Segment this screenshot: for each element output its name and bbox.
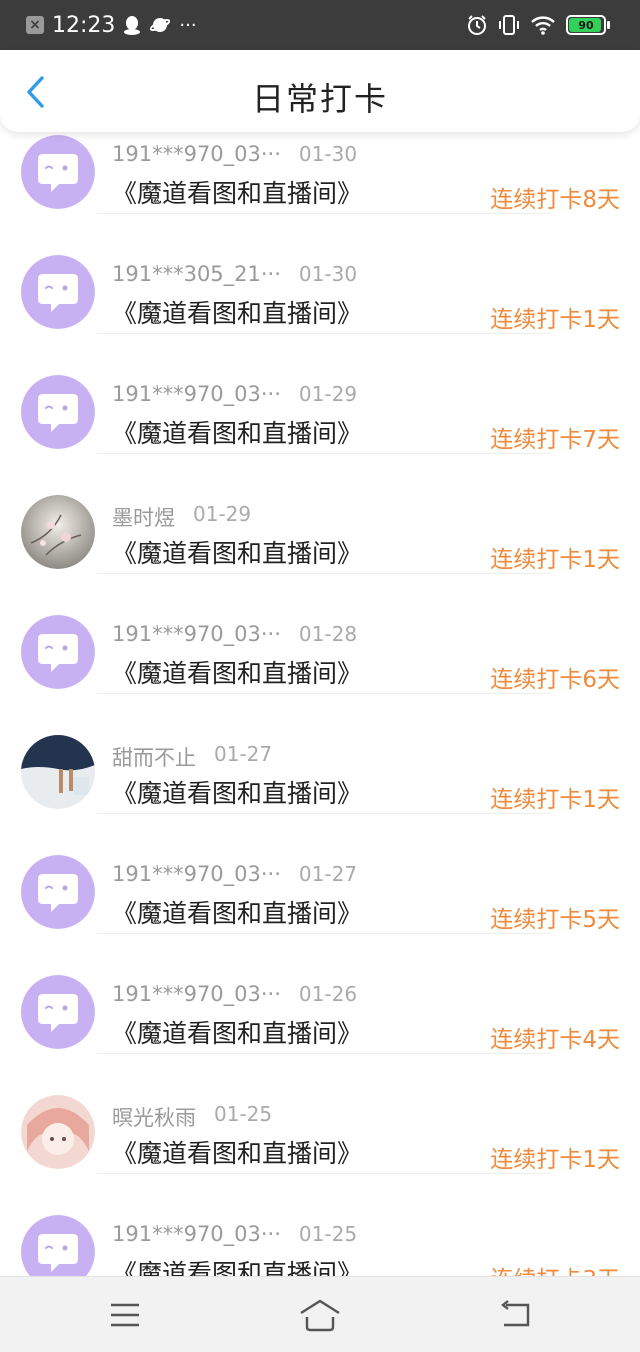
list-item[interactable]: 191***970_03···01-25《魔道看图和直播间》连续打卡3天 <box>0 1172 640 1294</box>
avatar[interactable] <box>21 375 95 449</box>
avatar[interactable] <box>21 615 95 689</box>
list-item[interactable]: 191***305_21··· 01-30 《魔道看图和直播间》 连续打卡1天 <box>0 212 640 334</box>
board-name: 《魔道看图和直播间》 <box>112 659 363 688</box>
page-header: 日常打卡 <box>0 50 640 132</box>
avatar[interactable] <box>21 495 95 569</box>
status-more: ··· <box>179 14 197 36</box>
user-name: 191***305_21··· <box>112 262 281 286</box>
board-name: 《魔道看图和直播间》 <box>112 779 363 808</box>
list-item[interactable]: 暝光秋雨 01-25 《魔道看图和直播间》 连续打卡1天 <box>0 1052 640 1174</box>
list-item[interactable]: 191***970_03··· 01-29 《魔道看图和直播间》 连续打卡7天 <box>0 332 640 454</box>
checkin-date: 01-27 <box>298 862 358 886</box>
streak-label: 连续打卡6天 <box>490 667 620 693</box>
avatar[interactable] <box>21 975 95 1049</box>
system-nav-bar <box>0 1276 640 1352</box>
board-name: 《魔道看图和直播间》 <box>112 1019 363 1048</box>
list-item[interactable]: 191***970_03··· 01-28 《魔道看图和直播间》 连续打卡6天 <box>0 572 640 694</box>
alarm-icon <box>468 15 486 35</box>
list-item[interactable]: 墨时煜 01-29 《魔道看图和直播间》 连续打卡1天 <box>0 452 640 574</box>
avatar[interactable] <box>21 855 95 929</box>
board-name: 《魔道看图和直播间》 <box>112 1139 363 1168</box>
user-name: 191***970_03··· <box>112 622 281 646</box>
streak-label: 连续打卡1天 <box>490 547 620 573</box>
board-name: 《魔道看图和直播间》 <box>112 179 363 208</box>
checkin-date: 01-30 <box>298 262 358 286</box>
streak-label: 连续打卡7天 <box>490 427 620 453</box>
wifi-icon <box>531 16 555 35</box>
battery-icon: 90 <box>566 15 610 35</box>
user-name: 191***970_03··· <box>112 982 281 1006</box>
status-time: 12:23 <box>52 12 116 38</box>
avatar[interactable] <box>21 255 95 329</box>
checkin-date: 01-29 <box>298 382 358 406</box>
qq-icon <box>124 16 141 35</box>
menu-icon[interactable] <box>105 1295 145 1335</box>
user-name: 墨时煜 <box>112 506 175 530</box>
checkin-date: 01-25 <box>298 1222 358 1246</box>
user-name: 暝光秋雨 <box>112 1106 196 1130</box>
user-name: 甜而不止 <box>112 746 196 770</box>
list-item[interactable]: 甜而不止 01-27 《魔道看图和直播间》 连续打卡1天 <box>0 692 640 814</box>
board-name: 《魔道看图和直播间》 <box>112 419 363 448</box>
avatar[interactable] <box>21 735 95 809</box>
home-icon[interactable] <box>298 1295 342 1335</box>
close-icon: × <box>26 16 44 34</box>
board-name: 《魔道看图和直播间》 <box>112 299 363 328</box>
streak-label: 连续打卡1天 <box>490 787 620 813</box>
avatar[interactable] <box>21 135 95 209</box>
user-name: 191***970_03··· <box>112 382 281 406</box>
checkin-date: 01-26 <box>298 982 358 1006</box>
checkin-date: 01-25 <box>214 1102 273 1126</box>
back-icon[interactable] <box>496 1295 536 1335</box>
page-title: 日常打卡 <box>251 80 388 118</box>
status-bar: × 12:23 ··· 90 <box>0 0 640 50</box>
user-name: 191***970_03··· <box>112 1222 281 1246</box>
streak-label: 连续打卡1天 <box>490 307 620 333</box>
avatar[interactable] <box>21 1095 95 1169</box>
checkin-list: 191***970_03··· 01-30 《魔道看图和直播间》 连续打卡8天 191*… <box>0 92 640 1294</box>
streak-label: 连续打卡5天 <box>490 907 620 933</box>
checkin-date: 01-30 <box>298 142 358 166</box>
streak-label: 连续打卡4天 <box>490 1027 620 1053</box>
planet-icon <box>150 18 171 32</box>
list-item[interactable]: 191***970_03··· 01-27 《魔道看图和直播间》 连续打卡5天 <box>0 812 640 934</box>
checkin-date: 01-29 <box>193 502 252 526</box>
user-name: 191***970_03··· <box>112 862 281 886</box>
board-name: 《魔道看图和直播间》 <box>112 539 363 568</box>
checkin-date: 01-28 <box>298 622 358 646</box>
user-name: 191***970_03··· <box>112 142 281 166</box>
streak-label: 连续打卡8天 <box>490 187 620 213</box>
checkin-date: 01-27 <box>214 742 273 766</box>
vibrate-icon <box>499 15 519 35</box>
list-item[interactable]: 191***970_03··· 01-26 《魔道看图和直播间》 连续打卡4天 <box>0 932 640 1054</box>
streak-label: 连续打卡1天 <box>490 1147 620 1173</box>
board-name: 《魔道看图和直播间》 <box>112 899 363 928</box>
